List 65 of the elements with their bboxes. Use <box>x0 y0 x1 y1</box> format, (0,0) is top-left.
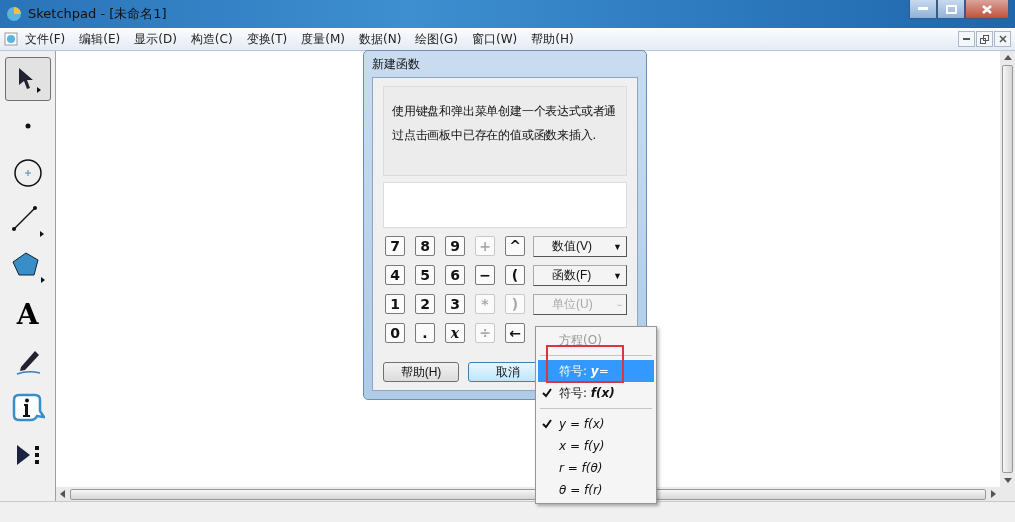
menu-item[interactable]: 数据(N) <box>352 30 409 48</box>
restore-button[interactable] <box>976 31 993 47</box>
check-icon <box>542 419 552 429</box>
popup-menu-item[interactable]: 符号: f(x) <box>538 382 654 404</box>
close-button[interactable] <box>965 0 1009 19</box>
popup-menu-item[interactable]: y = f(x) <box>538 413 654 435</box>
keypad-key[interactable]: 7 <box>385 236 405 256</box>
menu-item[interactable]: 编辑(E) <box>72 30 128 48</box>
info-icon <box>10 392 45 424</box>
dropdown-button[interactable]: 函数(F) ▼ <box>533 265 627 286</box>
menu-item[interactable]: 窗口(W) <box>465 30 525 48</box>
dropdown-button[interactable]: 数值(V) ▼ <box>533 236 627 257</box>
keypad-key[interactable]: 4 <box>385 265 405 285</box>
minimize-icon <box>918 7 928 11</box>
keypad-key[interactable]: . <box>415 323 435 343</box>
close-icon <box>998 35 1007 43</box>
window-title: Sketchpad - [未命名1] <box>28 5 167 23</box>
menu-item[interactable]: 帮助(H) <box>524 30 581 48</box>
expression-field[interactable] <box>383 182 627 228</box>
maximize-icon <box>945 4 957 14</box>
keypad-key[interactable]: 9 <box>445 236 465 256</box>
menu-item[interactable]: 显示(D) <box>127 30 184 48</box>
right-arrow-icon <box>990 490 996 498</box>
keypad-key[interactable]: ^ <box>505 236 525 256</box>
vertical-scrollbar[interactable] <box>1000 51 1015 501</box>
popup-menu-item[interactable]: r = f(θ) <box>538 457 654 479</box>
down-arrow-icon <box>1003 477 1012 483</box>
keypad-key[interactable]: ( <box>505 265 525 285</box>
up-arrow-icon <box>1003 55 1012 61</box>
maximize-button[interactable] <box>937 0 965 19</box>
keypad-key[interactable]: 8 <box>415 236 435 256</box>
menu-item[interactable]: 绘图(G) <box>408 30 465 48</box>
keypad-key[interactable]: − <box>475 265 495 285</box>
document-icon <box>4 32 18 46</box>
menu-item[interactable]: 度量(M) <box>294 30 352 48</box>
keypad-key[interactable]: 2 <box>415 294 435 314</box>
circle-icon <box>12 158 43 188</box>
minimize-button[interactable] <box>909 0 937 19</box>
left-arrow-icon <box>60 490 66 498</box>
menu-item[interactable]: 构造(C) <box>183 30 240 48</box>
minimize-button[interactable] <box>958 31 975 47</box>
tool-button[interactable] <box>4 57 51 101</box>
line-icon <box>9 203 46 237</box>
menu-item[interactable]: 文件(F) <box>18 30 73 48</box>
popup-menu-item[interactable]: x = f(y) <box>538 435 654 457</box>
keypad-key[interactable]: 5 <box>415 265 435 285</box>
popup-menu-item[interactable]: θ = f(r) <box>538 479 654 501</box>
close-icon <box>982 4 992 14</box>
app-icon <box>6 6 22 22</box>
keypad-key[interactable]: 3 <box>445 294 465 314</box>
close-button[interactable] <box>994 31 1011 47</box>
check-icon <box>542 388 552 398</box>
keypad-key[interactable]: 0 <box>385 323 405 343</box>
keypad-key[interactable]: ← <box>505 323 525 343</box>
minimize-icon <box>963 37 970 41</box>
menu-item[interactable]: 变换(T) <box>239 30 295 48</box>
dialog-title: 新建函数 <box>372 56 421 73</box>
help-button[interactable]: 帮助(H) <box>383 362 459 382</box>
keypad-key[interactable]: x <box>445 323 465 343</box>
keypad-key[interactable]: 1 <box>385 294 405 314</box>
point-icon <box>24 123 31 129</box>
restore-icon <box>980 34 989 44</box>
text-tool-button[interactable]: A <box>4 292 51 336</box>
instruction-text: 使用键盘和弹出菜单创建一个表达式或者通过点击画板中已存在的值或函数来插入. <box>383 86 627 176</box>
keypad-key[interactable]: 6 <box>445 265 465 285</box>
